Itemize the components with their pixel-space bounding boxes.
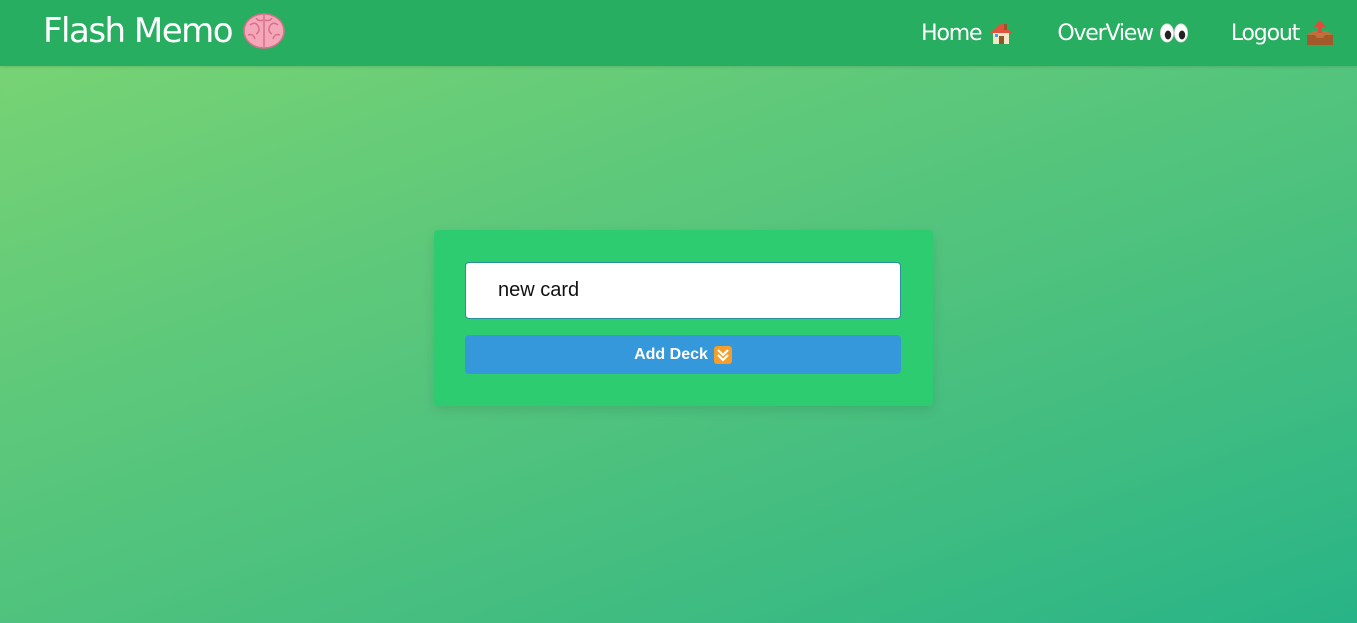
house-icon — [990, 23, 1013, 44]
nav-home-label[interactable]: Home — [921, 21, 982, 46]
add-deck-card: Add Deck — [434, 230, 933, 406]
nav-home-link[interactable]: Home — [921, 19, 1015, 47]
add-deck-button-label: Add Deck — [634, 345, 708, 363]
brand-logo[interactable]: Flash Memo — [43, 9, 286, 53]
nav-overview-link[interactable]: OverView — [1057, 21, 1189, 46]
nav-logout-link[interactable]: Logout — [1231, 19, 1335, 47]
brand-title[interactable]: Flash Memo — [43, 9, 234, 53]
nav-links: Home OverView Logout — [879, 0, 1335, 66]
add-deck-button[interactable]: Add Deck — [465, 335, 901, 374]
top-navbar: Flash Memo Home OverView Logout — [0, 0, 1357, 66]
outbox-tray-icon — [1307, 20, 1333, 45]
nav-overview-label[interactable]: OverView — [1057, 21, 1154, 46]
eyes-icon — [1159, 23, 1188, 43]
double-down-arrow-icon — [713, 345, 732, 364]
nav-logout-label[interactable]: Logout — [1231, 21, 1300, 46]
deck-name-input[interactable] — [465, 262, 901, 319]
brain-icon — [242, 9, 286, 53]
